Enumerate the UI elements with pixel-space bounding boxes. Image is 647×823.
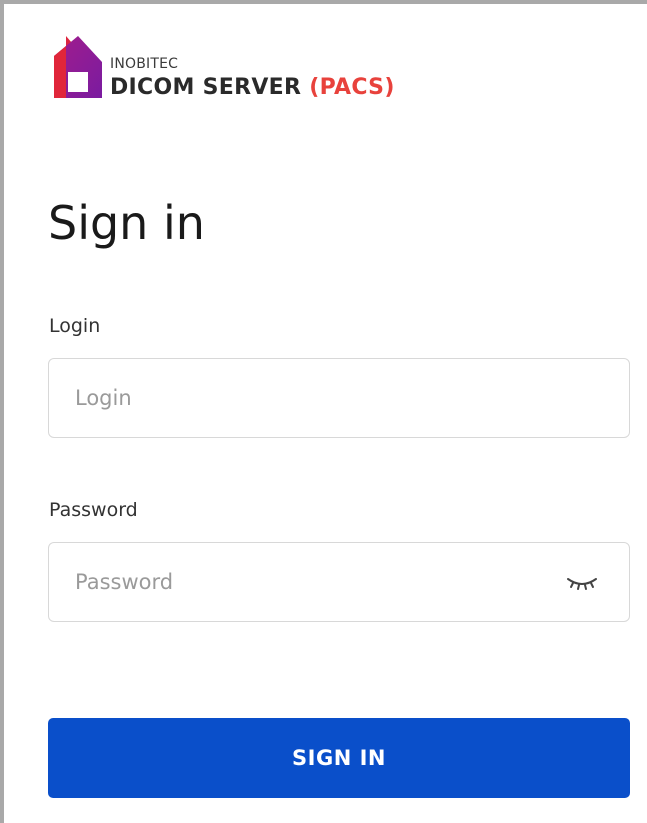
login-input[interactable] (49, 359, 629, 437)
page-title: Sign in (48, 196, 205, 250)
logo-product-name: DICOM SERVER (PACS) (110, 76, 395, 100)
eye-closed-icon[interactable] (565, 571, 599, 593)
password-field[interactable] (48, 542, 630, 622)
inobitec-logo-mark (54, 36, 102, 98)
logo-product: DICOM SERVER (110, 75, 302, 100)
app-logo: INOBITEC DICOM SERVER (PACS) (52, 32, 432, 102)
sign-in-button[interactable]: SIGN IN (48, 718, 630, 798)
login-label: Login (49, 315, 101, 337)
password-input[interactable] (49, 543, 629, 621)
login-window: INOBITEC DICOM SERVER (PACS) Sign in Log… (0, 0, 647, 823)
logo-product-accent: (PACS) (309, 75, 395, 100)
password-label: Password (49, 499, 138, 521)
login-field[interactable] (48, 358, 630, 438)
logo-subtitle: INOBITEC (110, 56, 179, 72)
